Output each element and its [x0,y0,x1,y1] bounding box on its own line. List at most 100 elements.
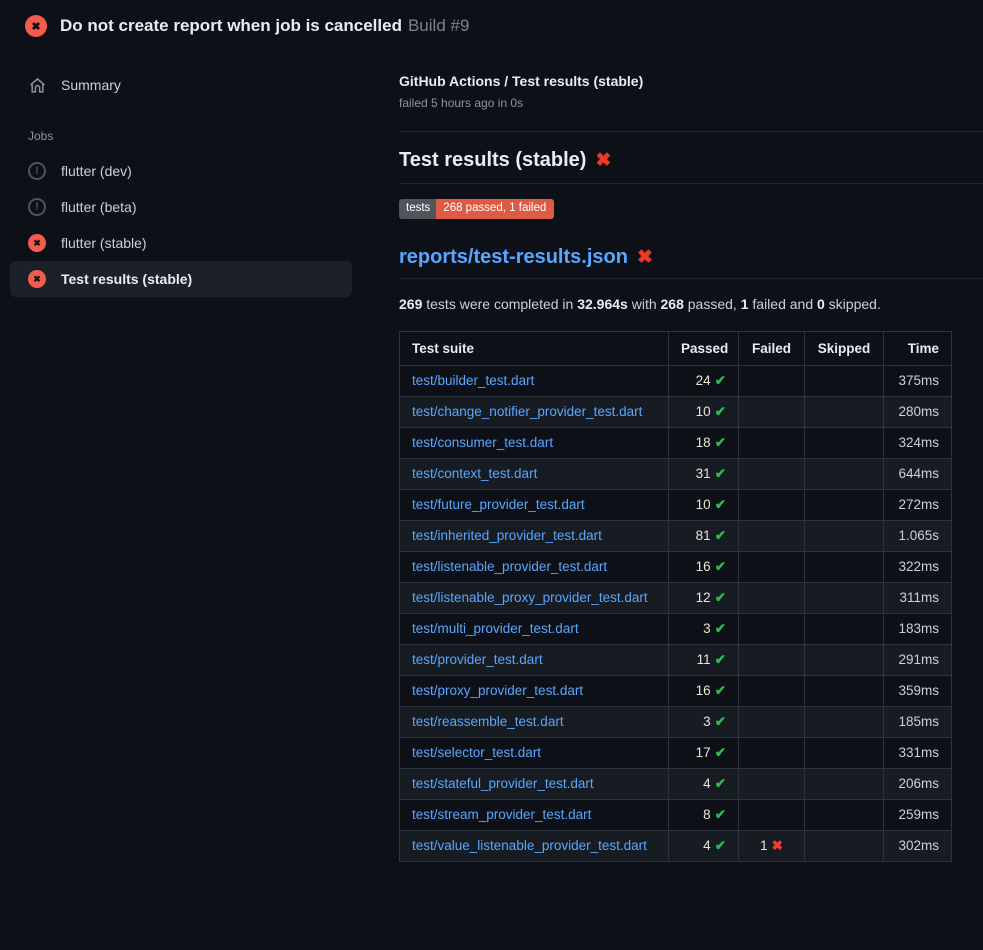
sidebar-item-job[interactable]: ! flutter (dev) [10,153,352,189]
check-icon: ✔ [715,776,726,791]
passed-cell: 4✔ [669,830,739,861]
failed-cell [739,396,805,427]
header-divider [399,131,983,132]
table-row: test/consumer_test.dart18✔324ms [400,427,952,458]
sidebar-item-label: flutter (dev) [61,163,132,179]
failed-cell [739,520,805,551]
time-cell: 206ms [884,768,952,799]
passed-cell: 8✔ [669,799,739,830]
build-number: Build #9 [408,16,469,35]
time-cell: 1.065s [884,520,952,551]
time-cell: 259ms [884,799,952,830]
section-title: Test results (stable)✖ [399,149,983,184]
check-icon: ✔ [715,373,726,388]
sidebar-item-job[interactable]: !flutter (beta) [10,189,352,225]
sidebar-item-job[interactable]: ✖Test results (stable) [10,261,352,297]
passed-cell: 4✔ [669,768,739,799]
skipped-cell [805,768,884,799]
summary-segment: tests were completed in [422,296,577,312]
sidebar-item-label: flutter (stable) [61,235,147,251]
suite-link[interactable]: test/inherited_provider_test.dart [412,528,602,543]
suite-link[interactable]: test/change_notifier_provider_test.dart [412,404,642,419]
failed-cell: 1✖ [739,830,805,861]
time-cell: 183ms [884,613,952,644]
table-row: test/reassemble_test.dart 3✔ 185ms [400,706,952,737]
sidebar-item-job[interactable]: ✖flutter (stable) [10,225,352,261]
failed-cell [739,365,805,396]
summary-segment: skipped. [825,296,881,312]
failed-cell [739,582,805,613]
status-neutral-icon: ! [28,198,46,216]
table-row: test/builder_test.dart24✔375ms [400,365,952,396]
table-row: test/context_test.dart 31✔ 644ms [400,458,952,489]
build-title: Do not create report when job is cancell… [60,16,469,36]
sidebar-item-summary[interactable]: Summary [10,67,352,103]
suite-link[interactable]: test/future_provider_test.dart [412,497,585,512]
check-icon: ✔ [715,714,726,729]
suite-link[interactable]: test/reassemble_test.dart [412,714,564,729]
workflow-breadcrumb: GitHub Actions / Test results (stable) [399,73,983,89]
suite-link[interactable]: test/context_test.dart [412,466,537,481]
sidebar-item-label: Test results (stable) [61,271,192,287]
column-header: Failed [739,331,805,365]
status-neutral-icon: ! [28,162,46,180]
skipped-cell [805,458,884,489]
suite-link[interactable]: test/value_listenable_provider_test.dart [412,838,647,853]
failed-cell [739,768,805,799]
suite-link[interactable]: test/proxy_provider_test.dart [412,683,583,698]
summary-segment: passed, [684,296,741,312]
column-header: Time [884,331,952,365]
summary-segment: 32.964s [577,296,628,312]
column-header: Passed [669,331,739,365]
summary-segment: 0 [817,296,825,312]
x-icon: ✖ [772,838,783,853]
check-icon: ✔ [715,652,726,667]
passed-cell: 31✔ [669,458,739,489]
time-cell: 185ms [884,706,952,737]
build-failed-icon: ✖ [25,15,47,37]
skipped-cell [805,520,884,551]
passed-cell: 16✔ [669,551,739,582]
suite-link[interactable]: test/listenable_proxy_provider_test.dart [412,590,648,605]
suite-link[interactable]: test/stateful_provider_test.dart [412,776,594,791]
failed-x-icon: ✖ [637,247,653,268]
suite-link[interactable]: test/stream_provider_test.dart [412,807,591,822]
time-cell: 324ms [884,427,952,458]
skipped-cell [805,613,884,644]
table-row: test/stateful_provider_test.dart 4✔ 206ms [400,768,952,799]
passed-cell: 12✔ [669,582,739,613]
suite-link[interactable]: test/selector_test.dart [412,745,541,760]
skipped-cell [805,365,884,396]
time-cell: 644ms [884,458,952,489]
suite-link[interactable]: test/consumer_test.dart [412,435,553,450]
summary-segment: with [628,296,661,312]
summary-segment: failed and [749,296,818,312]
jobs-section-label: Jobs [0,129,390,143]
summary-segment: 269 [399,296,422,312]
suite-link[interactable]: test/multi_provider_test.dart [412,621,579,636]
report-title-link[interactable]: reports/test-results.json [399,246,628,268]
skipped-cell [805,582,884,613]
failed-cell [739,489,805,520]
failed-cell [739,706,805,737]
suite-link[interactable]: test/provider_test.dart [412,652,543,667]
suite-link[interactable]: test/builder_test.dart [412,373,534,388]
suite-cell: test/future_provider_test.dart [400,489,669,520]
failed-cell [739,613,805,644]
build-title-text: Do not create report when job is cancell… [60,16,402,35]
passed-cell: 3✔ [669,706,739,737]
table-row: test/stream_provider_test.dart 8✔ 259ms [400,799,952,830]
skipped-cell [805,489,884,520]
table-row: test/inherited_provider_test.dart 81✔ 1.06… [400,520,952,551]
suite-link[interactable]: test/listenable_provider_test.dart [412,559,607,574]
suite-cell: test/reassemble_test.dart [400,706,669,737]
jobs-list: ! flutter (dev) !flutter (beta)✖flutter (s… [0,153,390,297]
summary-sentence: 269 tests were completed in 32.964s with… [399,296,983,312]
table-row: test/listenable_provider_test.dart16✔322… [400,551,952,582]
run-status-text: failed 5 hours ago in 0s [399,96,983,110]
skipped-cell [805,551,884,582]
check-icon: ✔ [715,497,726,512]
passed-cell: 81✔ [669,520,739,551]
failed-cell [739,644,805,675]
table-row: test/future_provider_test.dart10✔272ms [400,489,952,520]
